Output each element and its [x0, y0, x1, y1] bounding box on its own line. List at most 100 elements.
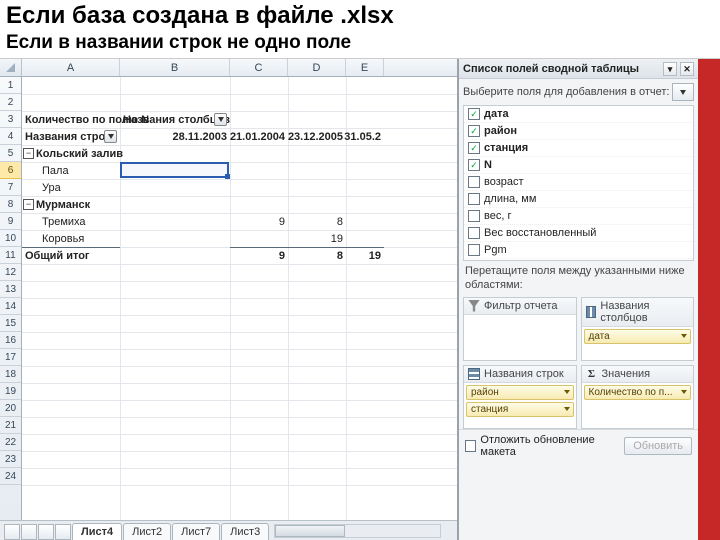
slide-heading: Если база создана в файле .xlsx Если в н… — [0, 0, 720, 54]
checkbox-icon — [468, 176, 480, 188]
col-header-A[interactable]: A — [22, 59, 120, 76]
row-header-8[interactable]: 8 — [0, 196, 21, 213]
col-header-E[interactable]: E — [346, 59, 384, 76]
row-header-24[interactable]: 24 — [0, 468, 21, 485]
field-item-2[interactable]: станция — [464, 140, 693, 157]
collapse-button-0[interactable]: − — [23, 148, 34, 159]
fieldlist-fields[interactable]: дата район станция Nвозрастдлина, мм вес, г В… — [463, 105, 694, 261]
tab-nav-last[interactable] — [55, 524, 71, 540]
row-header-3[interactable]: 3 — [0, 111, 21, 128]
zone-columns-item-0[interactable]: дата — [584, 329, 692, 344]
row-labels-dropdown[interactable] — [104, 130, 117, 143]
update-button[interactable]: Обновить — [624, 437, 692, 455]
sheet-tab-3[interactable]: Лист3 — [221, 523, 269, 540]
spreadsheet: A B C D E 123456789101112131415161718192… — [0, 59, 458, 540]
date-header-3: 31.05.2 — [346, 128, 384, 145]
total-3: 19 — [346, 247, 384, 264]
zone-rows-item-1[interactable]: станция — [466, 402, 574, 417]
value-1-0-2: 8 — [288, 213, 346, 230]
fieldlist-dropdown-icon[interactable]: ▾ — [663, 62, 677, 76]
zone-filter-label: Фильтр отчета — [484, 300, 557, 312]
row-header-22[interactable]: 22 — [0, 434, 21, 451]
row-header-13[interactable]: 13 — [0, 281, 21, 298]
station-1-1: Коровья — [22, 230, 120, 247]
row-header-20[interactable]: 20 — [0, 400, 21, 417]
date-header-2: 23.12.2005 — [288, 128, 346, 145]
zone-report-filter[interactable]: Фильтр отчета — [463, 297, 577, 361]
tab-nav-prev[interactable] — [21, 524, 37, 540]
sheet-tab-2[interactable]: Лист7 — [172, 523, 220, 540]
row-header-9[interactable]: 9 — [0, 213, 21, 230]
checkbox-icon — [468, 210, 480, 222]
tab-nav-next[interactable] — [38, 524, 54, 540]
total-1: 9 — [230, 247, 288, 264]
rows-icon — [468, 368, 480, 380]
row-header-15[interactable]: 15 — [0, 315, 21, 332]
zone-values[interactable]: Σ Значения Количество по п... — [581, 365, 695, 429]
checkbox-icon — [468, 227, 480, 239]
slide-subtitle: Если в названии строк не одно поле — [6, 32, 714, 54]
collapse-button-1[interactable]: − — [23, 199, 34, 210]
col-header-C[interactable]: C — [230, 59, 288, 76]
row-header-17[interactable]: 17 — [0, 349, 21, 366]
defer-update-checkbox[interactable]: Отложить обновление макета — [465, 434, 624, 458]
zone-columns-label: Названия столбцов — [600, 300, 689, 324]
col-header-D[interactable]: D — [288, 59, 346, 76]
fieldlist-close-icon[interactable]: ✕ — [680, 62, 694, 76]
row-header-10[interactable]: 10 — [0, 230, 21, 247]
zone-column-labels[interactable]: Названия столбцов дата — [581, 297, 695, 361]
row-header-18[interactable]: 18 — [0, 366, 21, 383]
field-label: станция — [484, 142, 528, 154]
zone-rows-label: Названия строк — [484, 368, 564, 380]
tab-nav-first[interactable] — [4, 524, 20, 540]
field-item-3[interactable]: N — [464, 157, 693, 174]
field-item-6[interactable]: вес, г — [464, 208, 693, 225]
field-item-1[interactable]: район — [464, 123, 693, 140]
field-item-7[interactable]: Вес восстановленный — [464, 225, 693, 242]
field-item-4[interactable]: возраст — [464, 174, 693, 191]
date-header-0: 28.11.2003 — [120, 128, 230, 145]
sigma-icon: Σ — [586, 368, 598, 380]
row-header-6[interactable]: 6 — [0, 162, 21, 179]
row-header-19[interactable]: 19 — [0, 383, 21, 400]
row-header-2[interactable]: 2 — [0, 94, 21, 111]
row-header-5[interactable]: 5 — [0, 145, 21, 162]
col-labels-dropdown[interactable] — [214, 113, 227, 126]
field-item-5[interactable]: длина, мм — [464, 191, 693, 208]
select-all-corner[interactable] — [0, 59, 22, 76]
row-header-14[interactable]: 14 — [0, 298, 21, 315]
sheet-tab-1[interactable]: Лист2 — [123, 523, 171, 540]
field-label: вес, г — [484, 210, 511, 222]
field-label: Pgm — [484, 244, 507, 256]
row-header-12[interactable]: 12 — [0, 264, 21, 281]
slide-title: Если база создана в файле .xlsx — [6, 2, 714, 30]
row-header-23[interactable]: 23 — [0, 451, 21, 468]
station-0-1: Ура — [22, 179, 120, 196]
field-item-0[interactable]: дата — [464, 106, 693, 123]
sheet-tab-0[interactable]: Лист4 — [72, 523, 122, 540]
row-header-7[interactable]: 7 — [0, 179, 21, 196]
checkbox-icon — [468, 159, 480, 171]
checkbox-icon — [468, 108, 480, 120]
value-1-0-1: 9 — [230, 213, 288, 230]
checkbox-icon — [468, 193, 480, 205]
zone-values-label: Значения — [602, 368, 651, 380]
station-1-0: Тремиха — [22, 213, 120, 230]
row-header-11[interactable]: 11 — [0, 247, 21, 264]
zone-rows-item-0[interactable]: район — [466, 385, 574, 400]
field-label: N — [484, 159, 492, 171]
zone-row-labels[interactable]: Названия строк район станция — [463, 365, 577, 429]
field-item-8[interactable]: Pgm — [464, 242, 693, 259]
row-header-1[interactable]: 1 — [0, 77, 21, 94]
field-label: дата — [484, 108, 509, 120]
row-header-16[interactable]: 16 — [0, 332, 21, 349]
funnel-icon — [468, 300, 480, 312]
row-header-4[interactable]: 4 — [0, 128, 21, 145]
zone-values-item-0[interactable]: Количество по п... — [584, 385, 692, 400]
checkbox-icon — [468, 142, 480, 154]
col-header-B[interactable]: B — [120, 59, 230, 76]
horizontal-scrollbar[interactable] — [274, 524, 441, 538]
row-header-21[interactable]: 21 — [0, 417, 21, 434]
grand-total-label: Общий итог — [22, 247, 120, 264]
fieldlist-layout-button[interactable] — [672, 83, 694, 101]
